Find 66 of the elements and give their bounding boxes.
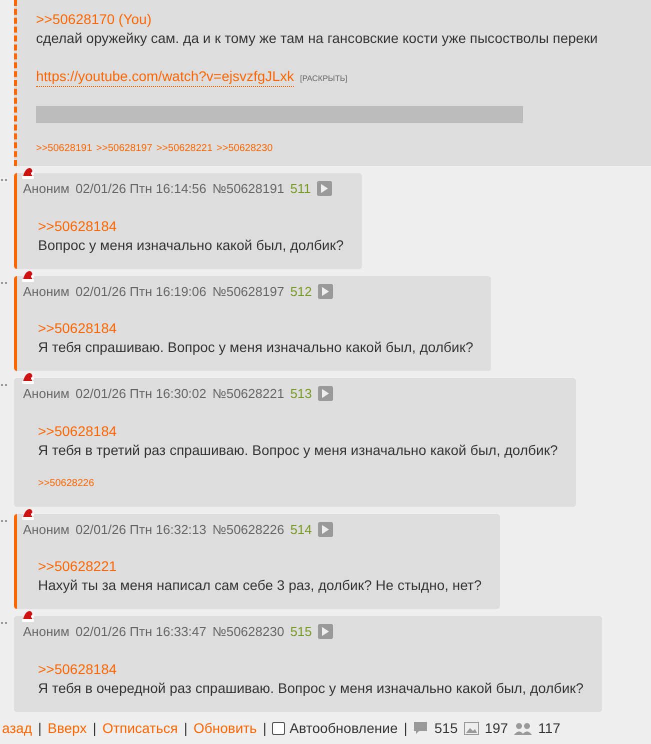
post-number-link[interactable]: №50628230 bbox=[212, 622, 284, 642]
poster-name: Аноним bbox=[23, 623, 70, 641]
speech-bubble-icon bbox=[413, 721, 428, 735]
footer-link[interactable]: Обновить bbox=[193, 718, 257, 738]
backlink[interactable]: >>50628197 bbox=[96, 139, 152, 158]
posters-count: 117 bbox=[538, 718, 560, 738]
autoupdate-label: Автообновление bbox=[289, 718, 398, 738]
reply-link[interactable]: >>50628184 bbox=[38, 660, 117, 678]
post-text: Я тебя в очередной раз спрашиваю. Вопрос у меня изначально какой был, долбик? bbox=[38, 678, 584, 698]
post-text: сделай оружейку сам. да и к тому же там на гансовские кости уже пысостволы переки bbox=[36, 29, 599, 48]
post-number-link[interactable]: №50628191 bbox=[212, 179, 284, 198]
reply-link[interactable]: >>50628184 bbox=[38, 216, 117, 236]
post-index: 512 bbox=[290, 282, 312, 300]
santa-hat-icon bbox=[21, 610, 35, 622]
post-date: 02/01/26 Птн 16:19:06 bbox=[75, 282, 206, 300]
post-text: Я тебя спрашиваю. Вопрос у меня изначально какой был, долбик? bbox=[38, 338, 474, 357]
post-index: 511 bbox=[290, 180, 311, 198]
checkbox[interactable] bbox=[272, 722, 286, 734]
reply-link[interactable]: >>50628184 bbox=[38, 319, 117, 338]
post-number-link[interactable]: №50628197 bbox=[212, 282, 284, 301]
posts-count: 515 bbox=[434, 718, 458, 738]
separator: | bbox=[262, 718, 266, 738]
expand-link[interactable]: [РАСКРЫТЬ] bbox=[300, 69, 348, 88]
poster-name: Аноним bbox=[23, 180, 70, 198]
santa-hat-icon bbox=[21, 372, 35, 384]
images-count: 197 bbox=[484, 718, 508, 738]
reply-link[interactable]: >>50628221 bbox=[38, 557, 117, 576]
post-index: 514 bbox=[290, 520, 312, 538]
play-icon[interactable] bbox=[318, 624, 333, 640]
play-icon[interactable] bbox=[318, 522, 333, 537]
separator: | bbox=[38, 718, 42, 738]
separator: | bbox=[92, 718, 96, 738]
backlink[interactable]: >>50628191 bbox=[36, 139, 92, 158]
poster-name: Аноним bbox=[23, 385, 70, 403]
backlink[interactable]: >>50628226 bbox=[38, 474, 94, 492]
post-number-link[interactable]: №50628226 bbox=[212, 520, 284, 539]
play-icon[interactable] bbox=[316, 181, 332, 196]
reply-link[interactable]: >>50628184 bbox=[38, 422, 117, 440]
reply-link[interactable]: >>50628170 (You) bbox=[36, 10, 152, 29]
santa-hat-icon bbox=[21, 167, 35, 179]
people-icon bbox=[514, 722, 532, 734]
footer-link[interactable]: Отписаться bbox=[102, 718, 178, 738]
footer-link[interactable]: азад bbox=[2, 718, 32, 738]
post-date: 02/01/26 Птн 16:33:47 bbox=[75, 623, 206, 641]
footer-link[interactable]: Вверх bbox=[48, 718, 87, 738]
post-date: 02/01/26 Птн 16:32:13 bbox=[75, 520, 206, 538]
santa-hat-icon bbox=[21, 270, 35, 282]
post-index: 513 bbox=[290, 385, 312, 403]
post-text: Я тебя в третий раз спрашиваю. Вопрос у меня изначально какой был, долбик? bbox=[38, 440, 558, 460]
post-index: 515 bbox=[290, 623, 312, 641]
post-text: Вопрос у меня изначально какой был, долбик? bbox=[38, 236, 344, 254]
play-icon[interactable] bbox=[318, 284, 333, 299]
poster-name: Аноним bbox=[23, 282, 70, 300]
play-icon[interactable] bbox=[318, 386, 333, 402]
separator: | bbox=[404, 718, 408, 738]
backlink[interactable]: >>50628221 bbox=[156, 139, 213, 158]
post-number-link[interactable]: №50628221 bbox=[212, 384, 284, 404]
youtube-link[interactable]: https://youtube.com/watch?v=ejsvzfgJLxk bbox=[36, 67, 294, 87]
image-icon bbox=[464, 722, 479, 734]
backlink[interactable]: >>50628230 bbox=[216, 139, 273, 158]
post-text: Нахуй ты за меня написал сам себе 3 раз, долбик? Не стыдно, нет? bbox=[38, 576, 482, 595]
post-date: 02/01/26 Птн 16:30:02 bbox=[75, 385, 206, 403]
santa-hat-icon bbox=[21, 508, 35, 520]
post-date: 02/01/26 Птн 16:14:56 bbox=[75, 180, 206, 198]
poster-name: Аноним bbox=[23, 520, 70, 538]
separator: | bbox=[184, 718, 188, 738]
